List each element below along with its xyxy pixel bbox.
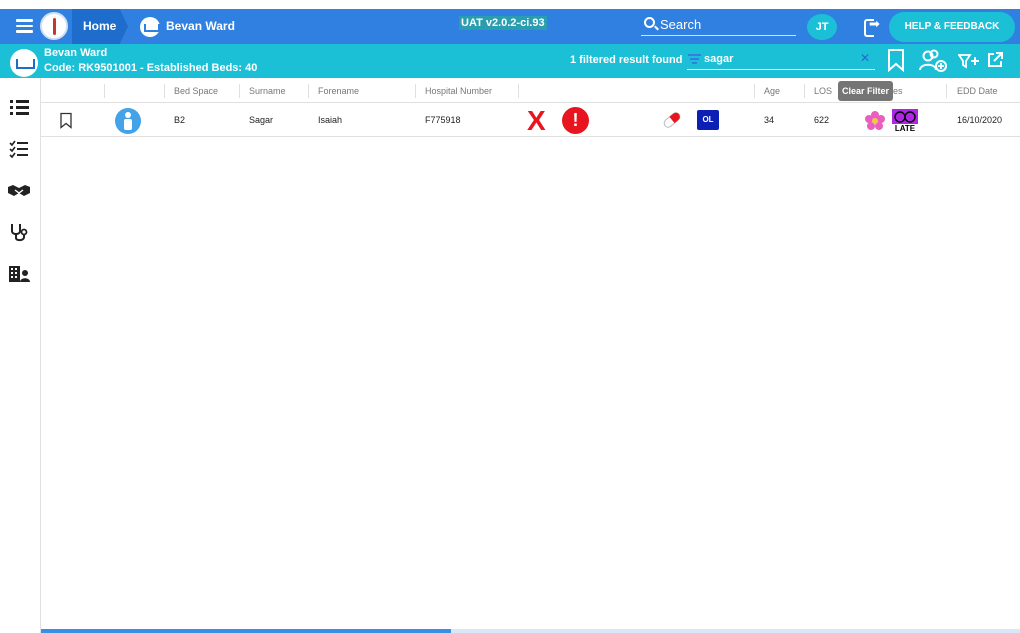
ol-badge: OL [697,110,719,130]
flower-icon [865,111,885,130]
search-icon[interactable] [644,17,655,28]
row-bookmark-icon[interactable] [59,112,73,129]
column-forename[interactable]: Forename [318,86,359,96]
filter-icon [688,54,701,64]
cell-forename: Isaiah [318,115,343,125]
side-nav [0,78,41,633]
alert-icon: ! [562,107,589,134]
export-icon[interactable] [987,52,1003,68]
handshake-icon[interactable] [6,179,32,201]
column-bed-space[interactable]: Bed Space [174,86,218,96]
table-row[interactable]: B2 Sagar Isaiah F775918 X ! OL 34 622 LA… [41,103,1020,137]
column-hospital-number[interactable]: Hospital Number [425,86,492,96]
logout-icon[interactable] [864,16,880,37]
cell-edd-date: 16/10/2020 [957,115,1003,125]
breadcrumb-ward-label[interactable]: Bevan Ward [166,19,235,33]
filter-result-count: 1 filtered result found [570,54,683,66]
app-logo [40,12,68,40]
menu-icon[interactable] [16,19,33,33]
search-underline [641,35,796,36]
column-age[interactable]: Age [764,86,780,96]
medication-pill-icon [663,112,681,128]
search-input[interactable]: Search [660,17,701,32]
column-divider [754,84,755,98]
ward-bed-icon [10,49,38,77]
clear-filter-icon[interactable]: ✕ [860,51,870,65]
bookmark-icon[interactable] [886,48,906,72]
help-feedback-button[interactable]: HELP & FEEDBACK [889,12,1015,42]
building-user-icon[interactable] [6,262,32,284]
column-edd-date[interactable]: EDD Date [957,86,998,96]
column-surname[interactable]: Surname [249,86,286,96]
cell-age: 34 [764,115,775,125]
loading-progress-bar [41,629,1020,633]
top-bar: Home Bevan Ward UAT v2.0.2-ci.93 Search … [0,9,1020,44]
patient-gender-icon [115,108,141,134]
column-divider [239,84,240,98]
red-cross-icon: X [527,105,546,136]
column-divider [308,84,309,98]
column-divider [946,84,947,98]
cell-bed-space: B2 [174,115,186,125]
column-divider [804,84,805,98]
breadcrumb-home-label[interactable]: Home [83,19,116,33]
ward-bar: Bevan Ward Code: RK9501001 - Established… [0,44,1020,78]
stethoscope-icon[interactable] [6,221,32,243]
bed-icon [140,17,160,37]
column-divider [518,84,519,98]
list-icon[interactable] [6,96,32,118]
clock-icon [894,111,916,123]
add-user-icon[interactable] [918,49,948,73]
late-label: LATE [892,124,918,134]
column-divider [415,84,416,98]
ward-code: Code: RK9501001 - Established Beds: 40 [44,62,258,74]
column-divider [104,84,105,98]
cell-surname: Sagar [249,115,274,125]
cell-los: 622 [814,115,830,125]
ward-name: Bevan Ward [44,47,108,59]
column-notes[interactable]: es [893,86,903,96]
cell-hospital-number: F775918 [425,115,461,125]
checklist-icon[interactable] [6,138,32,160]
add-filter-icon[interactable] [958,53,980,69]
version-label: UAT v2.0.2-ci.93 [459,16,547,30]
filter-underline [687,69,875,70]
user-avatar[interactable]: JT [807,14,837,40]
column-los[interactable]: LOS [814,86,832,96]
clear-filter-tooltip: Clear Filter [838,81,893,101]
loading-progress-fill [41,629,451,633]
filter-input[interactable] [704,50,864,68]
column-divider [164,84,165,98]
